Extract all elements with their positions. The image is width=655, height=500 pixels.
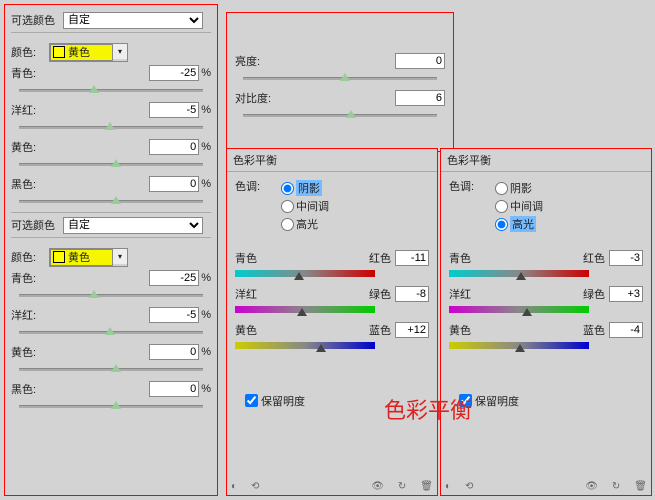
toggle-icon[interactable]: ◐: [445, 481, 451, 492]
cb2-tone-shadow[interactable]: [495, 182, 508, 195]
sc1-yellow-slider[interactable]: [19, 159, 203, 171]
sc1-cyan-input[interactable]: [149, 65, 199, 81]
cb1-s2-input[interactable]: [395, 286, 429, 302]
sc1-yellow-input[interactable]: [149, 139, 199, 155]
contrast-input[interactable]: [395, 90, 445, 106]
cb1-tone-hi[interactable]: [281, 218, 294, 231]
sc2-yellow-slider[interactable]: [19, 364, 203, 376]
sc2-black-label: 黑色:: [11, 381, 63, 397]
sc1-cyan-label: 青色:: [11, 65, 63, 81]
sc1-header-label: 可选颜色: [11, 12, 63, 28]
cb2-tone-mid[interactable]: [495, 200, 508, 213]
toggle-icon[interactable]: ◐: [231, 481, 237, 492]
refresh-icon[interactable]: ↻: [612, 481, 620, 492]
sc2-cyan-slider[interactable]: [19, 290, 203, 302]
refresh-icon[interactable]: ↻: [398, 481, 406, 492]
sc2-cyan-input[interactable]: [149, 270, 199, 286]
sc1-color-select[interactable]: 黄色 ▾: [49, 43, 128, 62]
sc1-magenta-slider[interactable]: [19, 122, 203, 134]
brightness-slider[interactable]: [243, 73, 437, 85]
sc1-magenta-label: 洋红:: [11, 102, 63, 118]
sc1-yellow-label: 黄色:: [11, 139, 63, 155]
cb2-s2-input[interactable]: [609, 286, 643, 302]
sc2-yellow-label: 黄色:: [11, 344, 63, 360]
cb2-title: 色彩平衡: [441, 149, 651, 172]
cb2-s2-slider[interactable]: [449, 304, 589, 318]
cb1-s3-input[interactable]: [395, 322, 429, 338]
cb1-s2-slider[interactable]: [235, 304, 375, 318]
sc1-black-slider[interactable]: [19, 196, 203, 208]
overlay-text: 色彩平衡: [384, 393, 472, 425]
cb2-s1-slider[interactable]: [449, 268, 589, 282]
yellow-swatch-icon: [53, 251, 65, 263]
sc1-magenta-input[interactable]: [149, 102, 199, 118]
brightness-input[interactable]: [395, 53, 445, 69]
cb2-tone-hi[interactable]: [495, 218, 508, 231]
sc2-magenta-label: 洋红:: [11, 307, 63, 323]
cb2-s1-input[interactable]: [609, 250, 643, 266]
sc1-cyan-slider[interactable]: [19, 85, 203, 97]
eye-icon[interactable]: 👁: [371, 481, 384, 492]
cb2-s3-slider[interactable]: [449, 340, 589, 354]
brightness-label: 亮度:: [235, 53, 287, 69]
sc2-magenta-slider[interactable]: [19, 327, 203, 339]
cb1-title: 色彩平衡: [227, 149, 437, 172]
sc2-black-input[interactable]: [149, 381, 199, 397]
sc1-black-label: 黑色:: [11, 176, 63, 192]
sc2-cyan-label: 青色:: [11, 270, 63, 286]
cb2-s3-input[interactable]: [609, 322, 643, 338]
cb1-tone-mid[interactable]: [281, 200, 294, 213]
cb2-tone-label: 色调:: [449, 178, 485, 234]
sc1-color-label: 颜色:: [11, 44, 49, 60]
sc2-color-select[interactable]: 黄色 ▾: [49, 248, 128, 267]
chevron-down-icon: ▾: [113, 44, 127, 59]
contrast-slider[interactable]: [243, 110, 437, 122]
reset-icon[interactable]: ⟲: [251, 481, 259, 492]
sc1-preset-select[interactable]: 自定: [63, 12, 203, 29]
cb1-s1-slider[interactable]: [235, 268, 375, 282]
sc2-header-label: 可选颜色: [11, 217, 63, 233]
reset-icon[interactable]: ⟲: [465, 481, 473, 492]
cb1-s3-slider[interactable]: [235, 340, 375, 354]
contrast-label: 对比度:: [235, 90, 287, 106]
cb1-tone-label: 色调:: [235, 178, 271, 234]
cb1-preserve-check[interactable]: [245, 394, 258, 407]
sc2-black-slider[interactable]: [19, 401, 203, 413]
sc2-yellow-input[interactable]: [149, 344, 199, 360]
sc2-color-label: 颜色:: [11, 249, 49, 265]
sc2-preset-select[interactable]: 自定: [63, 217, 203, 234]
cb1-tone-shadow[interactable]: [281, 182, 294, 195]
sc2-magenta-input[interactable]: [149, 307, 199, 323]
cb1-s1-input[interactable]: [395, 250, 429, 266]
chevron-down-icon: ▾: [113, 249, 127, 264]
trash-icon[interactable]: 🗑: [634, 481, 647, 492]
eye-icon[interactable]: 👁: [585, 481, 598, 492]
sc1-black-input[interactable]: [149, 176, 199, 192]
yellow-swatch-icon: [53, 46, 65, 58]
trash-icon[interactable]: 🗑: [420, 481, 433, 492]
